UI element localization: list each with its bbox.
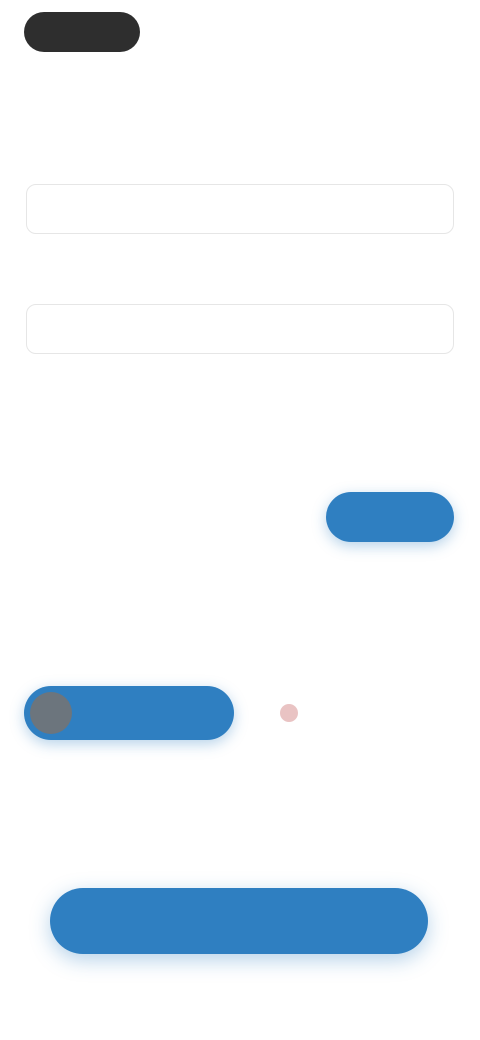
- back-button[interactable]: [24, 12, 140, 52]
- toggle-switch[interactable]: [24, 686, 234, 740]
- field-input-2[interactable]: [26, 304, 454, 354]
- primary-action-button[interactable]: [50, 888, 428, 954]
- top-bar: [24, 10, 456, 54]
- grid-row: [26, 558, 306, 632]
- option-grid: [26, 410, 306, 632]
- alert-icon: [280, 704, 298, 722]
- grid-row: [26, 484, 306, 558]
- grid-row: [26, 410, 306, 484]
- side-action-button[interactable]: [326, 492, 454, 542]
- field-input-1[interactable]: [26, 184, 454, 234]
- toggle-knob[interactable]: [30, 692, 72, 734]
